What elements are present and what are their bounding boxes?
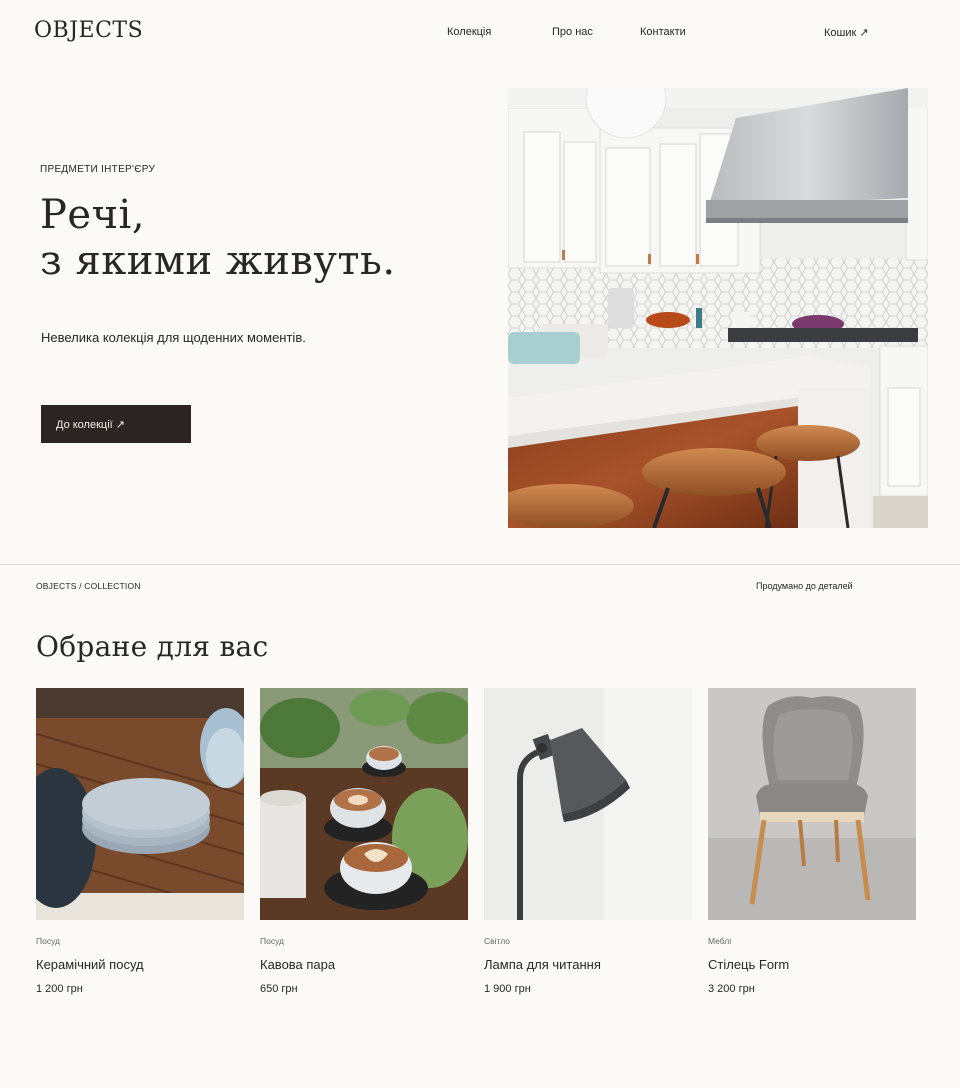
section-tagline: Продумано до деталей (756, 581, 853, 591)
product-category: Посуд (260, 936, 285, 946)
section-divider (0, 564, 960, 565)
section-title: Обране для вас (36, 630, 269, 663)
product-image-reading-lamp[interactable] (484, 688, 692, 920)
product-name[interactable]: Лампа для читання (484, 957, 601, 972)
cart-link[interactable]: Кошик ↗ (824, 26, 869, 39)
product-image-chair[interactable] (708, 688, 916, 920)
hero-title-line-1: Речі, (40, 192, 146, 238)
product-price: 1 200 грн (36, 983, 83, 995)
to-collection-button[interactable]: До колекції ↗ (41, 405, 191, 443)
hero-eyebrow: ПРЕДМЕТИ ІНТЕР'ЄРУ (40, 164, 156, 175)
nav-link-contacts[interactable]: Контакти (640, 26, 686, 38)
product-price: 3 200 грн (708, 983, 755, 995)
product-image-ceramic-plates[interactable] (36, 688, 244, 920)
hero-title: Речі, з якими живуть. (40, 192, 396, 284)
nav-link-collection[interactable]: Колекція (447, 26, 491, 38)
hero-title-line-2: з якими живуть. (40, 238, 396, 284)
product-name[interactable]: Керамічний посуд (36, 957, 144, 972)
product-card[interactable]: Світло Лампа для читання 1 900 грн (484, 688, 692, 995)
product-image-coffee-cups[interactable] (260, 688, 468, 920)
product-name[interactable]: Кавова пара (260, 957, 335, 972)
product-category: Посуд (36, 936, 61, 946)
hero-kitchen-image (508, 88, 928, 528)
product-card[interactable]: Посуд Керамічний посуд 1 200 грн (36, 688, 244, 995)
breadcrumb[interactable]: OBJECTS / COLLECTION (36, 581, 141, 591)
product-card[interactable]: Посуд Кавова пара 650 грн (260, 688, 468, 995)
hero-subtitle: Невелика колекція для щоденних моментів. (41, 330, 306, 345)
product-category: Світло (484, 936, 511, 946)
product-name[interactable]: Стілець Form (708, 957, 789, 972)
product-card[interactable]: Меблі Стілець Form 3 200 грн (708, 688, 916, 995)
product-price: 1 900 грн (484, 983, 531, 995)
nav-link-about[interactable]: Про нас (552, 26, 593, 38)
product-price: 650 грн (260, 983, 298, 995)
site-logo[interactable]: OBJECTS (34, 18, 143, 43)
product-category: Меблі (708, 936, 732, 946)
